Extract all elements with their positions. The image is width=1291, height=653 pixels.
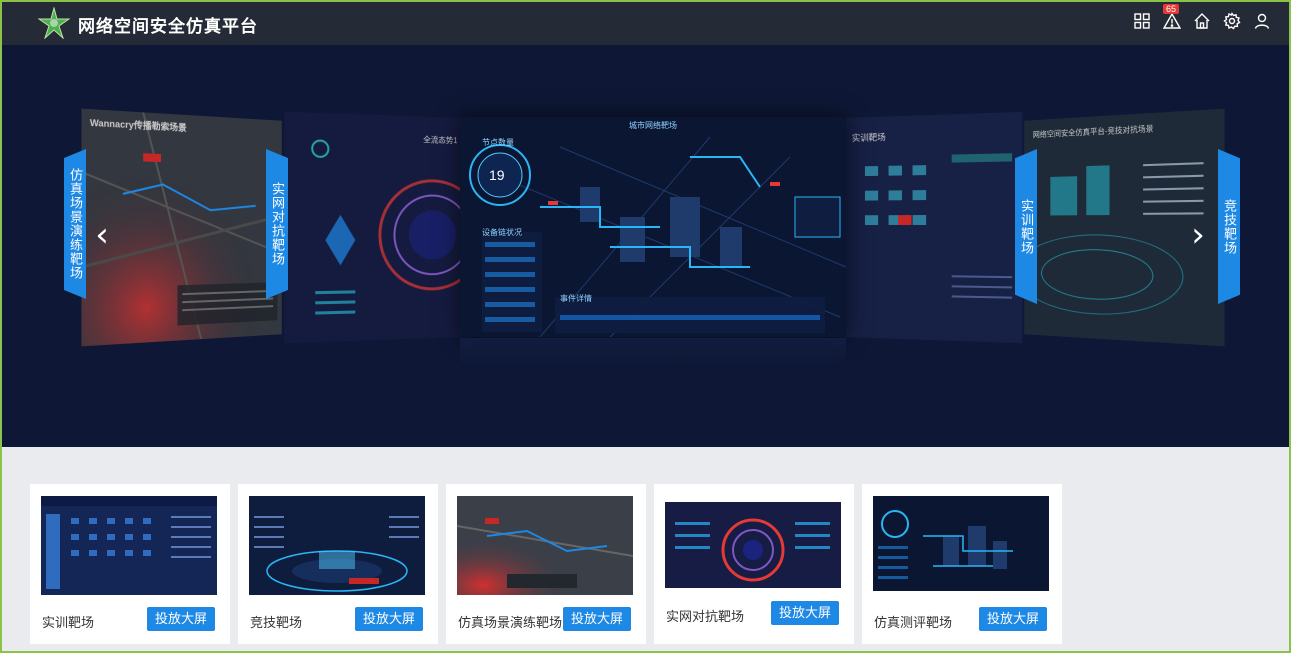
scene-carousel[interactable]: Wannacry传播勒索场景 全流态势1 实训靶场 网络空间安全仿真平台-竞技对… — [2, 45, 1289, 447]
scene-card[interactable]: 竞技靶场 投放大屏 — [238, 484, 438, 644]
top-header: 网络空间安全仿真平台 65 — [0, 0, 1291, 45]
card-thumbnail[interactable] — [457, 496, 633, 595]
scene-card[interactable]: 实训靶场 投放大屏 — [30, 484, 230, 644]
left-screenshot — [284, 111, 461, 344]
warning-icon[interactable]: 65 — [1162, 4, 1182, 30]
card-thumbnail[interactable] — [41, 496, 217, 595]
gear-icon[interactable] — [1223, 12, 1241, 30]
logo-icon — [38, 7, 70, 39]
card-label: 仿真测评靶场 — [874, 615, 953, 630]
center-nodes-label: 节点数量 — [482, 138, 514, 147]
cast-to-screen-button[interactable]: 投放大屏 — [562, 607, 631, 631]
carousel-prev-arrow[interactable]: ‹ — [82, 205, 122, 265]
right-screenshot — [846, 111, 1023, 344]
center-reflection — [460, 338, 846, 368]
carousel-panel-center[interactable]: 城市网络靶场 节点数量 19 设备链状况 事件详情 — [460, 117, 846, 337]
center-nodes-value: 19 — [489, 167, 505, 183]
scene-card[interactable]: 仿真测评靶场 投放大屏 — [862, 484, 1062, 644]
cast-to-screen-button[interactable]: 投放大屏 — [770, 601, 839, 625]
center-events-label: 事件详情 — [560, 294, 592, 303]
carousel-panel-right[interactable]: 实训靶场 — [846, 111, 1023, 344]
card-thumbnail[interactable] — [665, 502, 841, 588]
cast-to-screen-button[interactable]: 投放大屏 — [354, 607, 423, 631]
left-title: 全流态势1 — [423, 135, 458, 146]
user-icon[interactable] — [1253, 12, 1271, 30]
tab-competition-range[interactable]: 竞技靶场 — [1218, 149, 1240, 304]
card-label: 仿真场景演练靶场 — [458, 615, 563, 630]
center-title: 城市网络靶场 — [629, 121, 677, 130]
alert-count-badge: 65 — [1163, 4, 1180, 14]
grid-icon[interactable] — [1133, 12, 1151, 30]
card-thumbnail[interactable] — [249, 496, 425, 595]
carousel-next-arrow[interactable]: › — [1178, 205, 1218, 265]
home-icon[interactable] — [1193, 12, 1211, 30]
tab-live-combat-range[interactable]: 实网对抗靶场 — [266, 149, 288, 299]
tab-training-range[interactable]: 实训靶场 — [1015, 149, 1037, 304]
card-label: 实网对抗靶场 — [666, 609, 745, 624]
card-label: 实训靶场 — [42, 615, 95, 630]
scene-card[interactable]: 仿真场景演练靶场 投放大屏 — [446, 484, 646, 644]
app-title: 网络空间安全仿真平台 — [78, 17, 258, 36]
right-title: 实训靶场 — [851, 132, 886, 144]
cast-to-screen-button[interactable]: 投放大屏 — [978, 607, 1047, 631]
center-device-label: 设备链状况 — [482, 228, 522, 237]
card-thumbnail[interactable] — [873, 496, 1049, 591]
carousel-panel-left[interactable]: 全流态势1 — [284, 111, 461, 344]
card-label: 竞技靶场 — [250, 615, 303, 630]
scene-card[interactable]: 实网对抗靶场 投放大屏 — [654, 484, 854, 644]
scene-card-list: 实训靶场 投放大屏 竞技靶场 投放大屏 仿真场景演练靶场 投放大屏 实网对抗靶场… — [30, 484, 1062, 644]
cast-to-screen-button[interactable]: 投放大屏 — [146, 607, 215, 631]
